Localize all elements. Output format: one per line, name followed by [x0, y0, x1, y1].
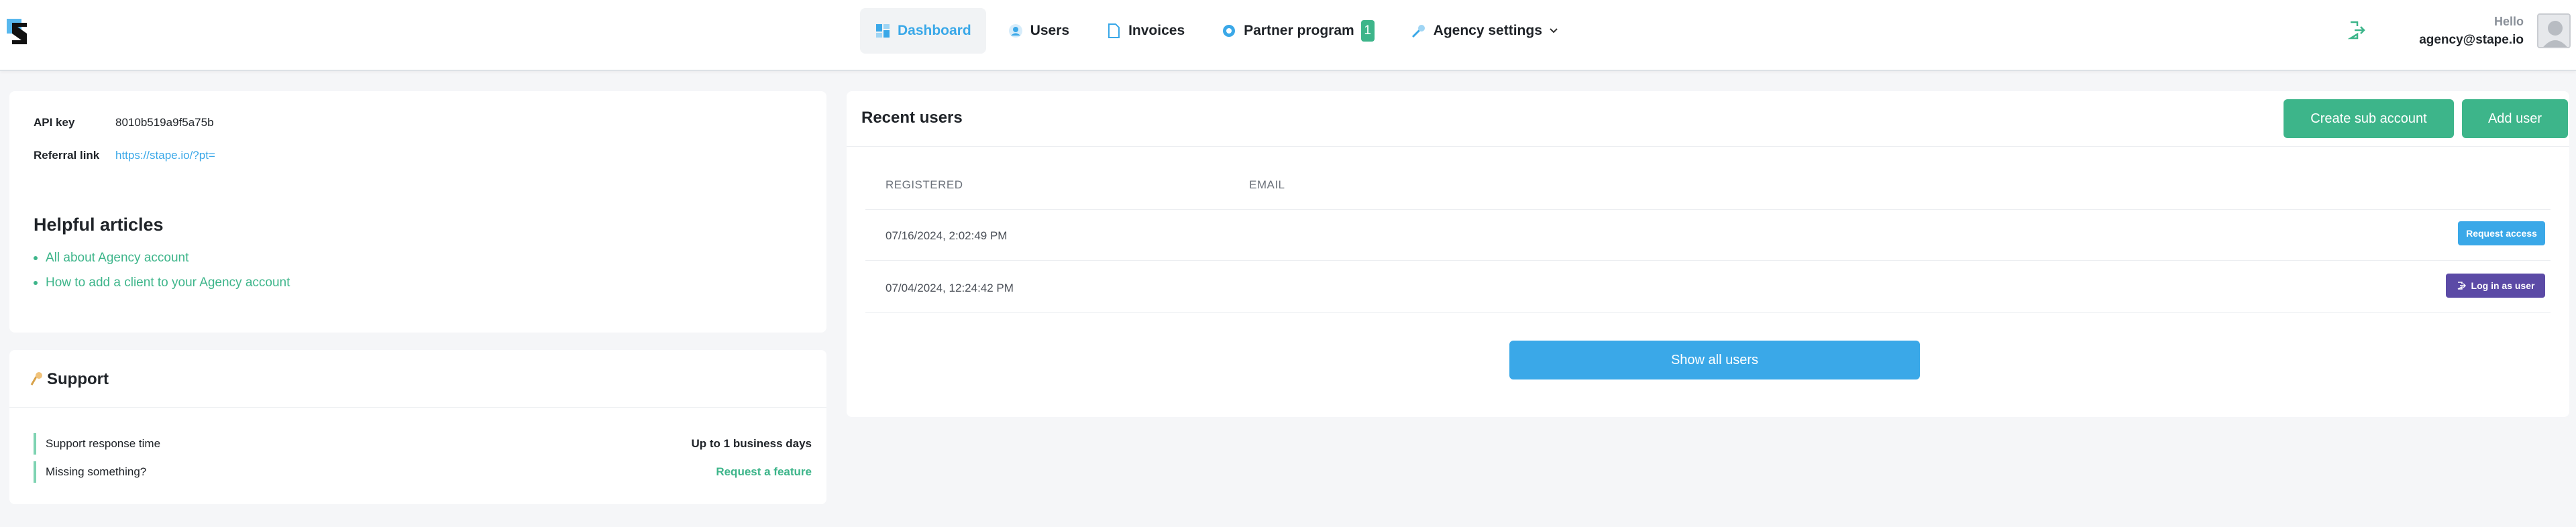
api-key-label: API key: [34, 116, 75, 129]
top-navigation-bar: Dashboard Users Invoices Partner program…: [0, 0, 2576, 71]
divider: [865, 260, 2551, 261]
support-row-label: Missing something?: [46, 465, 147, 478]
nav-item-invoices[interactable]: Invoices: [1091, 8, 1199, 54]
log-in-as-user-button[interactable]: Log in as user: [2446, 274, 2545, 298]
nav-label: Users: [1030, 23, 1070, 38]
article-link[interactable]: How to add a client to your Agency accou…: [34, 276, 290, 290]
referral-link[interactable]: https://stape.io/?pt=: [115, 149, 215, 162]
bullet-icon: [34, 256, 38, 260]
show-all-users-button[interactable]: Show all users: [1509, 341, 1920, 379]
api-card: API key 8010b519a9f5a75b Referral link h…: [9, 91, 826, 333]
user-info: Hello agency@stape.io: [2419, 15, 2524, 48]
logout-icon[interactable]: [2348, 20, 2365, 40]
registered-cell: 07/16/2024, 2:02:49 PM: [885, 229, 1008, 242]
request-access-button[interactable]: Request access: [2458, 221, 2545, 245]
api-key-value[interactable]: 8010b519a9f5a75b: [115, 116, 214, 129]
nav-item-agency-settings[interactable]: Agency settings: [1396, 8, 1573, 54]
support-row-label: Support response time: [46, 437, 161, 450]
stape-logo-icon[interactable]: [7, 17, 34, 47]
article-label: All about Agency account: [46, 251, 189, 265]
column-header-email: EMAIL: [1249, 178, 1285, 191]
registered-cell: 07/04/2024, 12:24:42 PM: [885, 282, 1014, 294]
article-label: How to add a client to your Agency accou…: [46, 276, 290, 290]
article-link[interactable]: All about Agency account: [34, 251, 189, 266]
login-icon: [2457, 282, 2466, 290]
support-row: Support response time Up to 1 business d…: [34, 433, 812, 455]
helpful-articles-title: Helpful articles: [34, 215, 164, 235]
support-row: Missing something? Request a feature: [34, 461, 812, 483]
support-title: Support: [47, 370, 109, 388]
greeting: Hello: [2493, 15, 2524, 28]
referral-link-label: Referral link: [34, 149, 100, 162]
chevron-down-icon: [1550, 28, 1558, 34]
recent-users-card: Recent users Create sub account Add user…: [847, 91, 2569, 417]
nav-label: Agency settings: [1433, 23, 1542, 38]
nav-item-partner-program[interactable]: Partner program 1: [1206, 8, 1389, 54]
partner-icon: [1223, 25, 1236, 37]
nav-label: Partner program: [1244, 23, 1354, 38]
support-header: Support: [9, 350, 826, 408]
recent-users-title: Recent users: [861, 109, 963, 127]
avatar[interactable]: [2537, 13, 2571, 48]
nav-label: Invoices: [1128, 23, 1185, 38]
main-nav: Dashboard Users Invoices Partner program…: [860, 8, 1573, 54]
avatar-placeholder-icon: [2543, 21, 2567, 47]
divider: [865, 209, 2551, 210]
column-header-registered: REGISTERED: [885, 178, 963, 191]
support-icon: [30, 372, 42, 386]
nav-item-users[interactable]: Users: [993, 8, 1084, 54]
log-in-as-user-label: Log in as user: [2471, 280, 2535, 291]
support-card: Support Support response time Up to 1 bu…: [9, 350, 826, 504]
request-feature-link[interactable]: Request a feature: [716, 465, 812, 479]
invoice-icon: [1108, 23, 1120, 38]
wrench-icon: [1411, 25, 1425, 38]
nav-item-dashboard[interactable]: Dashboard: [860, 8, 986, 54]
create-sub-account-button[interactable]: Create sub account: [2284, 99, 2454, 138]
add-user-button[interactable]: Add user: [2462, 99, 2568, 138]
users-icon: [1008, 24, 1022, 38]
support-row-value: Up to 1 business days: [691, 437, 812, 450]
bullet-icon: [34, 281, 38, 285]
dashboard-icon: [876, 24, 890, 38]
divider: [847, 146, 2569, 147]
partner-badge: 1: [1360, 20, 1375, 42]
nav-label: Dashboard: [898, 23, 971, 38]
divider: [865, 312, 2551, 313]
user-email: agency@stape.io: [2419, 33, 2524, 47]
